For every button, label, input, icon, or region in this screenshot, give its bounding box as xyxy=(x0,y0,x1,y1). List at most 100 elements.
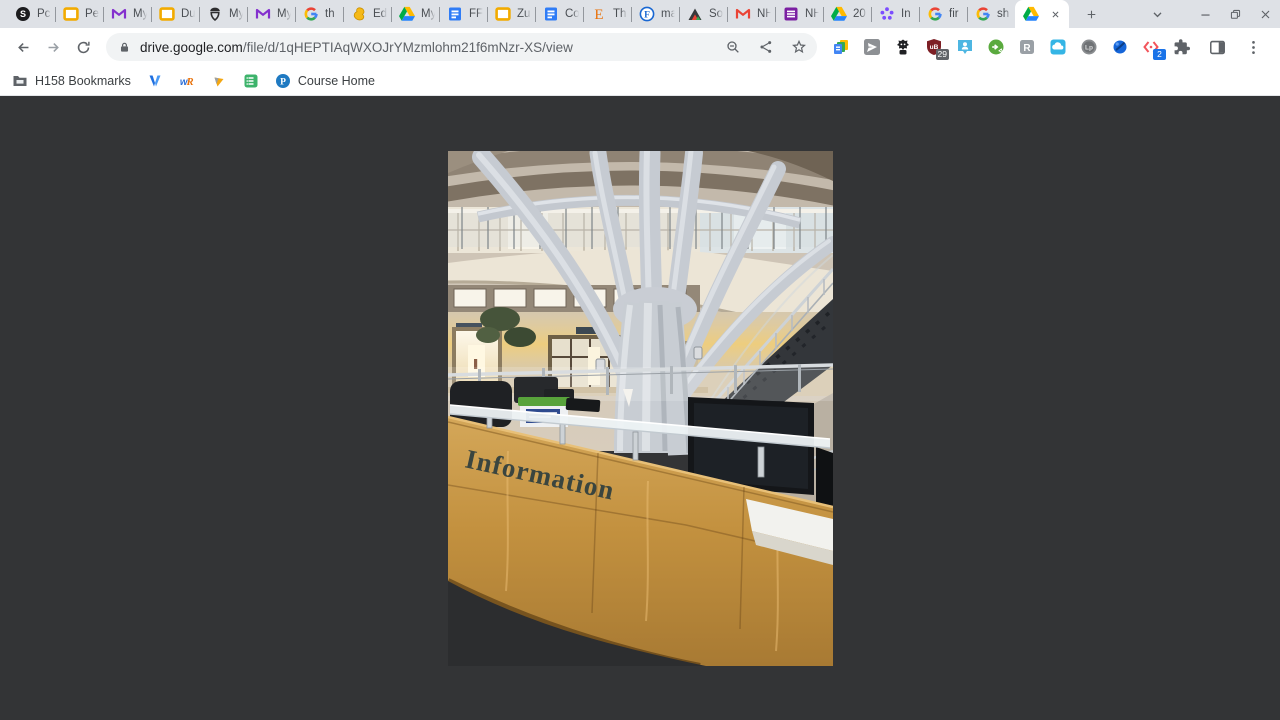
tab-search-button[interactable] xyxy=(1142,0,1172,28)
gold-blob-icon xyxy=(351,6,367,22)
tab-17[interactable]: 20 xyxy=(824,0,871,28)
forward-button[interactable] xyxy=(38,32,68,62)
svg-text:E: E xyxy=(594,7,603,22)
yellow-window-icon xyxy=(159,6,175,22)
tab-8[interactable]: My xyxy=(392,0,439,28)
extension-gray-r-icon[interactable]: R xyxy=(1017,38,1036,57)
orange-e-icon: E xyxy=(591,6,607,22)
extension-gray-plane-icon[interactable] xyxy=(862,38,881,57)
bookmark-star-icon[interactable] xyxy=(791,39,807,55)
tab-10[interactable]: Zu xyxy=(488,0,535,28)
tab-7[interactable]: Ed xyxy=(344,0,391,28)
tab-label: My xyxy=(133,8,147,20)
omnibox-actions xyxy=(725,39,807,55)
bookmark-item-0[interactable]: H158 Bookmarks xyxy=(12,73,131,89)
tab-label: NH xyxy=(757,8,771,20)
extension-ublock-shield-icon[interactable]: uB 29 xyxy=(924,38,949,60)
back-button[interactable] xyxy=(8,32,38,62)
minimize-button[interactable] xyxy=(1190,0,1220,28)
plus-icon xyxy=(1087,10,1095,18)
drive-icon xyxy=(1023,6,1039,22)
side-panel-icon xyxy=(1209,40,1225,54)
active-tab[interactable] xyxy=(1015,0,1069,28)
extension-blue-sphere-icon[interactable] xyxy=(1110,38,1129,57)
tab-label: sh xyxy=(997,8,1010,20)
yellow-window-icon xyxy=(63,6,79,22)
purple-burst-icon xyxy=(879,6,895,22)
tab-15[interactable]: NH xyxy=(728,0,775,28)
tab-label: Zu xyxy=(517,8,531,20)
tab-16[interactable]: NH xyxy=(776,0,823,28)
yellow-window-icon xyxy=(495,6,511,22)
tab-3[interactable]: Du xyxy=(152,0,199,28)
bookmark-label: Course Home xyxy=(297,74,375,88)
extension-green-circle-icon[interactable] xyxy=(986,38,1005,57)
tab-18[interactable]: In xyxy=(872,0,919,28)
tab-label: Pe xyxy=(85,8,99,20)
bookmark-item-1[interactable] xyxy=(147,73,163,89)
reload-button[interactable] xyxy=(68,32,98,62)
bookmarks-bar: H158 Bookmarks w R P Course Home xyxy=(0,66,1280,96)
tab-13[interactable]: Fma xyxy=(632,0,679,28)
tab-20[interactable]: sh xyxy=(968,0,1015,28)
tab-strip: S Pc Pe My Du My My th Ed My FF Zu Co E Th Fma So NH NH 20 I… xyxy=(0,0,1280,28)
bookmark-item-5[interactable]: P Course Home xyxy=(275,73,375,89)
extension-black-robot-icon[interactable] xyxy=(893,38,912,57)
svg-text:R: R xyxy=(1023,43,1031,54)
tab-14[interactable]: So xyxy=(680,0,727,28)
lock-icon[interactable] xyxy=(118,41,131,54)
bookmark-label: H158 Bookmarks xyxy=(35,74,131,88)
extensions-menu-button[interactable] xyxy=(1166,32,1196,62)
puzzle-icon xyxy=(1174,38,1190,54)
gold-sail-icon xyxy=(211,73,227,89)
drive-preview-area: Information xyxy=(0,96,1280,720)
zoom-out-indicator-icon[interactable] xyxy=(725,39,741,55)
tab-close-button[interactable] xyxy=(1048,7,1063,22)
svg-text:S: S xyxy=(20,9,26,19)
tab-0[interactable]: S Pc xyxy=(8,0,55,28)
tab-1[interactable]: Pe xyxy=(56,0,103,28)
tab-12[interactable]: E Th xyxy=(584,0,631,28)
tab-6[interactable]: th xyxy=(296,0,343,28)
mountain-icon xyxy=(687,6,703,22)
url-text: drive.google.com/file/d/1qHEPTIAqWXOJrYM… xyxy=(140,40,573,55)
bookmark-item-4[interactable] xyxy=(243,73,259,89)
drive-icon xyxy=(831,6,847,22)
tab-label: Ed xyxy=(373,8,387,20)
bookmark-item-2[interactable]: wR xyxy=(179,73,195,89)
extension-pink-brackets-icon[interactable]: 2 xyxy=(1141,38,1166,60)
close-window-button[interactable] xyxy=(1250,0,1280,28)
tab-5[interactable]: My xyxy=(248,0,295,28)
share-icon[interactable] xyxy=(758,39,774,55)
tab-label: My xyxy=(229,8,243,20)
minimize-icon xyxy=(1200,13,1210,16)
restore-icon xyxy=(1230,9,1240,19)
tab-19[interactable]: fir xyxy=(920,0,967,28)
tab-label: My xyxy=(277,8,291,20)
back-arrow-icon xyxy=(17,42,28,52)
extension-lastpass-gray-icon[interactable]: Lp xyxy=(1079,38,1098,57)
svg-text:F: F xyxy=(644,10,650,20)
svg-text:R: R xyxy=(185,77,193,88)
tab-11[interactable]: Co xyxy=(536,0,583,28)
blue-f-circle-icon: F xyxy=(639,6,655,22)
browser-menu-button[interactable] xyxy=(1238,32,1268,62)
extension-teal-person-icon[interactable] xyxy=(955,38,974,57)
tab-4[interactable]: My xyxy=(200,0,247,28)
bookmark-item-3[interactable] xyxy=(211,73,227,89)
tab-9[interactable]: FF xyxy=(440,0,487,28)
extension-teal-cloud-icon[interactable] xyxy=(1048,38,1067,57)
drive-image-preview[interactable]: Information xyxy=(440,142,840,669)
atrium-photo: Information xyxy=(440,142,840,669)
tab-2[interactable]: My xyxy=(104,0,151,28)
extensions-area: uB 29 R Lp 2 xyxy=(831,38,1166,60)
side-panel-button[interactable] xyxy=(1202,32,1232,62)
restore-button[interactable] xyxy=(1220,0,1250,28)
forward-arrow-icon xyxy=(48,42,59,52)
extension-docs-stack-icon[interactable] xyxy=(831,38,850,57)
new-tab-button[interactable] xyxy=(1077,0,1105,28)
blue-v-icon xyxy=(147,73,163,89)
tabs-container: S Pc Pe My Du My My th Ed My FF Zu Co E Th Fma So NH NH 20 I… xyxy=(8,0,1069,28)
address-bar[interactable]: drive.google.com/file/d/1qHEPTIAqWXOJrYM… xyxy=(106,33,817,61)
tab-label: In xyxy=(901,8,911,20)
